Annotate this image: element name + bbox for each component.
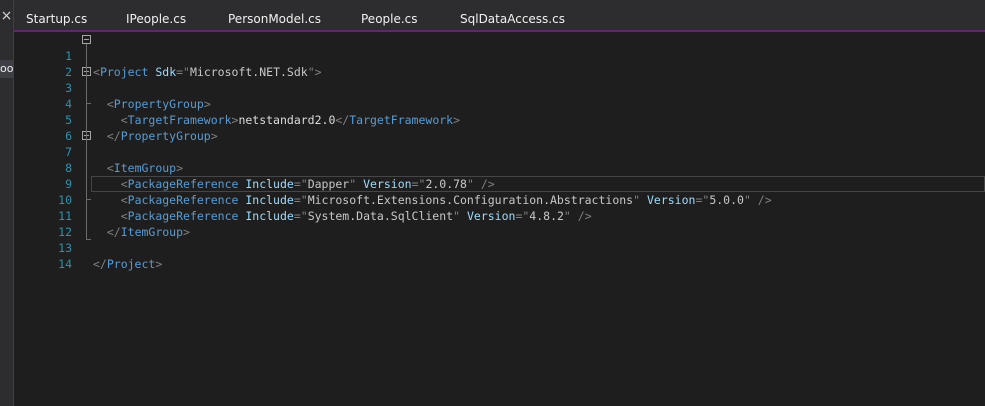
left-pane-tab[interactable]: oo [0, 60, 13, 78]
code-line: 5 </PropertyGroup> [14, 96, 985, 143]
close-icon[interactable]: × [0, 8, 13, 24]
code-line: 11 </ItemGroup> [14, 192, 985, 239]
code-line: 14 [14, 240, 985, 271]
left-pane-edge: × oo [0, 0, 14, 406]
tab-people[interactable]: People.cs [361, 0, 418, 30]
code-line: 12 [14, 208, 985, 239]
code-line: 13 </Project> [14, 224, 985, 271]
code-line: 7 <ItemGroup> [14, 128, 985, 175]
code-line: 1 <Project Sdk="Microsoft.NET.Sdk"> [14, 32, 985, 79]
tab-sqldataaccess[interactable]: SqlDataAccess.cs [460, 0, 565, 30]
code-line: 8 <PackageReference Include="Dapper" Ver… [14, 144, 985, 191]
code-line: 9 <PackageReference Include="Microsoft.E… [14, 160, 985, 207]
tab-ipeople[interactable]: IPeople.cs [126, 0, 186, 30]
code-line-current: 10 <PackageReference Include="System.Dat… [14, 176, 985, 223]
code-line: 4 <TargetFramework>netstandard2.0</Targe… [14, 80, 985, 127]
tab-startup[interactable]: Startup.cs [26, 0, 87, 30]
code-line: 6 [14, 112, 985, 143]
tab-personmodel[interactable]: PersonModel.cs [228, 0, 321, 30]
line-number: 14 [58, 257, 72, 271]
document-tab-bar: Startup.cs IPeople.cs PersonModel.cs Peo… [14, 0, 985, 30]
code-editor[interactable]: 1 <Project Sdk="Microsoft.NET.Sdk"> 2 3 … [14, 32, 985, 406]
code-text: </Project> [93, 257, 163, 271]
code-area[interactable]: 1 <Project Sdk="Microsoft.NET.Sdk"> 2 3 … [14, 32, 985, 406]
code-line: 2 [14, 48, 985, 79]
code-line: 3 <PropertyGroup> [14, 64, 985, 111]
